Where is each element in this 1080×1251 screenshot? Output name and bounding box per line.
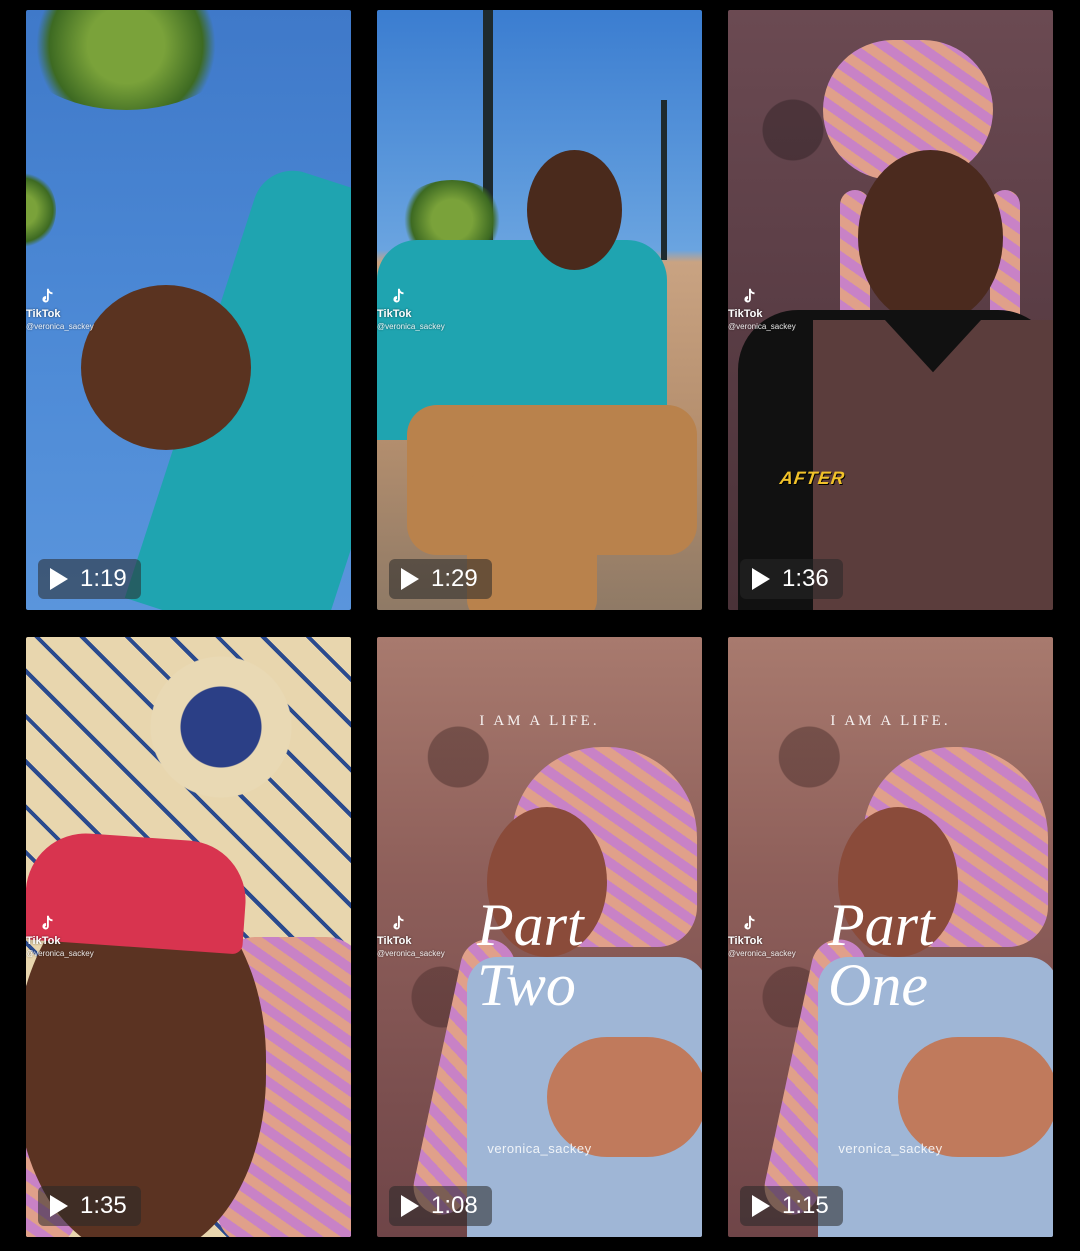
palm-tree-image [26, 170, 56, 250]
video-duration: 1:36 [782, 565, 829, 592]
video-duration: 1:15 [782, 1192, 829, 1219]
watermark-brand: TikTok [26, 308, 61, 320]
watermark-brand: TikTok [377, 935, 412, 947]
play-icon [50, 568, 68, 590]
title-line-2: Two [477, 952, 576, 1018]
play-duration-button[interactable]: 1:19 [38, 559, 141, 599]
play-icon [401, 568, 419, 590]
tiktok-logo-icon [393, 915, 404, 930]
person-head [81, 285, 251, 450]
video-duration: 1:19 [80, 565, 127, 592]
watermark-handle: @veronica_sackey [728, 949, 796, 958]
tiktok-logo-icon [42, 288, 53, 303]
watermark-handle: @veronica_sackey [26, 949, 94, 958]
video-thumbnail-4[interactable]: TikTok @veronica_sackey 1:35 [26, 637, 351, 1237]
play-duration-button[interactable]: 1:36 [740, 559, 843, 599]
person-arm [547, 1037, 702, 1157]
play-icon [50, 1195, 68, 1217]
creator-signature: veronica_sackey [838, 1141, 943, 1156]
play-icon [752, 1195, 770, 1217]
watermark-brand: TikTok [26, 935, 61, 947]
palm-tree-image [26, 10, 236, 110]
title-line-1: Part [828, 892, 935, 958]
video-thumbnail-6[interactable]: I AM A LIFE. Part One veronica_sackey Ti… [728, 637, 1053, 1237]
watermark-handle: @veronica_sackey [377, 322, 445, 331]
video-tagline: I AM A LIFE. [830, 713, 951, 729]
video-thumbnail-2[interactable]: TikTok @veronica_sackey 1:29 [377, 10, 702, 610]
play-duration-button[interactable]: 1:29 [389, 559, 492, 599]
person-arm [898, 1037, 1053, 1157]
video-duration: 1:35 [80, 1192, 127, 1219]
video-thumbnail-3[interactable]: AFTER TikTok @veronica_sackey 1:36 [728, 10, 1053, 610]
watermark-handle: @veronica_sackey [728, 322, 796, 331]
play-duration-button[interactable]: 1:15 [740, 1186, 843, 1226]
tiktok-logo-icon [42, 915, 53, 930]
lamp-post-image [661, 100, 667, 260]
video-tagline: I AM A LIFE. [479, 713, 600, 729]
watermark-handle: @veronica_sackey [377, 949, 445, 958]
watermark-brand: TikTok [377, 308, 412, 320]
play-icon [401, 1195, 419, 1217]
title-line-2: One [828, 952, 928, 1018]
play-duration-button[interactable]: 1:08 [389, 1186, 492, 1226]
play-icon [752, 568, 770, 590]
video-duration: 1:29 [431, 565, 478, 592]
person-head [858, 150, 1003, 325]
video-duration: 1:08 [431, 1192, 478, 1219]
video-title: Part Two [477, 895, 584, 1015]
video-title: Part One [828, 895, 935, 1015]
overlay-caption: AFTER [778, 468, 847, 488]
title-line-1: Part [477, 892, 584, 958]
video-thumbnail-1[interactable]: TikTok @veronica_sackey 1:19 [26, 10, 351, 610]
creator-signature: veronica_sackey [487, 1141, 592, 1156]
video-thumbnail-5[interactable]: I AM A LIFE. Part Two veronica_sackey Ti… [377, 637, 702, 1237]
play-duration-button[interactable]: 1:35 [38, 1186, 141, 1226]
watermark-brand: TikTok [728, 308, 763, 320]
tiktok-logo-icon [744, 288, 755, 303]
tiktok-logo-icon [744, 915, 755, 930]
watermark-handle: @veronica_sackey [26, 322, 94, 331]
person-head [527, 150, 622, 270]
watermark-brand: TikTok [728, 935, 763, 947]
tiktok-logo-icon [393, 288, 404, 303]
